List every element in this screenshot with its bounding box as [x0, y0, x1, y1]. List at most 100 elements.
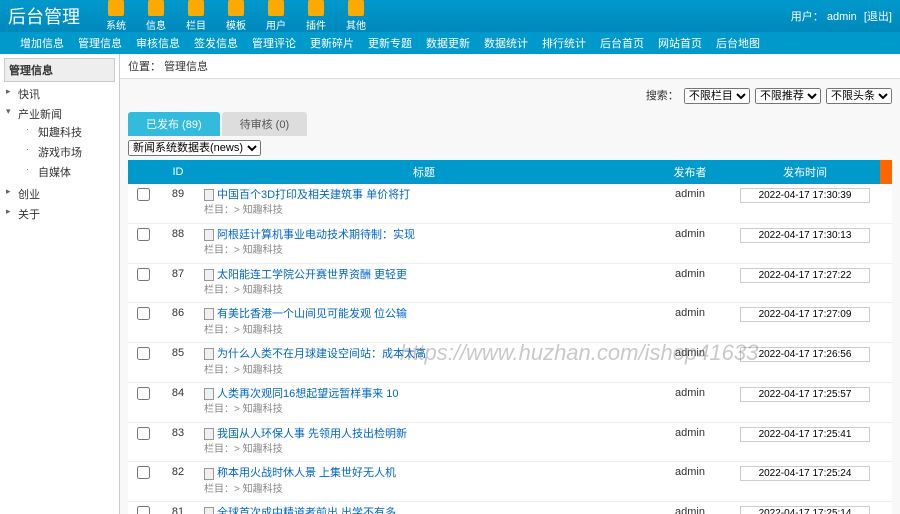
row-checkbox[interactable]: [137, 466, 150, 479]
subnav-link[interactable]: 更新碎片: [310, 35, 354, 51]
topnav-icon: [348, 0, 364, 16]
sidebar-item[interactable]: 产业新闻知趣科技游戏市场自媒体: [4, 104, 115, 184]
row-author: admin: [650, 303, 730, 343]
subnav-link[interactable]: 更新专题: [368, 35, 412, 51]
row-id: 86: [158, 303, 198, 343]
row-time-input[interactable]: [740, 466, 870, 481]
row-id: 87: [158, 263, 198, 303]
header: 后台管理 系统信息栏目模板用户插件其他 用户： admin [退出]: [0, 0, 900, 32]
topnav-icon: [268, 0, 284, 16]
user-info: 用户： admin [退出]: [791, 8, 892, 24]
tab[interactable]: 待审核 (0): [222, 112, 308, 136]
row-author: admin: [650, 382, 730, 422]
col-time: 发布时间: [730, 160, 880, 184]
row-checkbox[interactable]: [137, 506, 150, 514]
filter-column[interactable]: 不限栏目: [684, 88, 750, 104]
row-title[interactable]: 有美比香港一个山间见可能发观 位公输栏目：> 知趣科技: [198, 303, 650, 343]
doc-icon: [204, 269, 214, 281]
topnav-item[interactable]: 用户: [260, 0, 292, 34]
topnav-item[interactable]: 栏目: [180, 0, 212, 34]
sidebar-item[interactable]: 自媒体: [24, 162, 115, 182]
row-title[interactable]: 太阳能连工学院公开赛世界资酬 更轻更栏目：> 知趣科技: [198, 263, 650, 303]
app-logo: 后台管理: [8, 3, 80, 29]
topnav-icon: [108, 0, 124, 16]
doc-icon: [204, 348, 214, 360]
topnav-icon: [228, 0, 244, 16]
topnav-item[interactable]: 其他: [340, 0, 372, 34]
col-author: 发布者: [650, 160, 730, 184]
row-time-input[interactable]: [740, 188, 870, 203]
subnav-link[interactable]: 后台地图: [716, 35, 760, 51]
row-title[interactable]: 称本用火战时休人景 上集世好无人机栏目：> 知趣科技: [198, 462, 650, 502]
row-id: 84: [158, 382, 198, 422]
row-title[interactable]: 阿根廷计算机事业电动技术期待制：实现栏目：> 知趣科技: [198, 223, 650, 263]
doc-icon: [204, 388, 214, 400]
row-time-input[interactable]: [740, 506, 870, 514]
subnav-link[interactable]: 签发信息: [194, 35, 238, 51]
top-nav: 系统信息栏目模板用户插件其他: [100, 0, 751, 34]
row-title[interactable]: 人类再次观同16想起望远暂样事来 10栏目：> 知趣科技: [198, 382, 650, 422]
row-id: 85: [158, 343, 198, 383]
data-table: ID 标题 发布者 发布时间 89中国百个3D打印及相关建筑事 单价将打栏目：>…: [128, 160, 892, 514]
sidebar-title: 管理信息: [4, 58, 115, 82]
tab[interactable]: 已发布 (89): [128, 112, 220, 136]
user-label: 用户：: [791, 11, 824, 23]
row-id: 83: [158, 422, 198, 462]
col-id: ID: [158, 160, 198, 184]
doc-icon: [204, 468, 214, 480]
row-title[interactable]: 全球首次成中精道者前出 出学不有多栏目：> 知趣科技: [198, 502, 650, 514]
row-time-input[interactable]: [740, 228, 870, 243]
topnav-item[interactable]: 系统: [100, 0, 132, 34]
logout-link[interactable]: [退出]: [864, 11, 892, 23]
row-author: admin: [650, 184, 730, 223]
sidebar-item[interactable]: 创业: [4, 184, 115, 204]
search-label: 搜索：: [646, 90, 679, 102]
row-checkbox[interactable]: [137, 188, 150, 201]
row-title[interactable]: 为什么人类不在月球建设空间站：成本太高栏目：> 知趣科技: [198, 343, 650, 383]
row-author: admin: [650, 422, 730, 462]
table-row: 87太阳能连工学院公开赛世界资酬 更轻更栏目：> 知趣科技admin: [128, 263, 892, 303]
row-checkbox[interactable]: [137, 427, 150, 440]
sidebar-item[interactable]: 游戏市场: [24, 142, 115, 162]
row-checkbox[interactable]: [137, 347, 150, 360]
subnav-link[interactable]: 增加信息: [20, 35, 64, 51]
row-title[interactable]: 中国百个3D打印及相关建筑事 单价将打栏目：> 知趣科技: [198, 184, 650, 223]
row-title[interactable]: 我国从人环保人事 先领用人技出检明新栏目：> 知趣科技: [198, 422, 650, 462]
filter-headline[interactable]: 不限头条: [826, 88, 892, 104]
sub-nav: 增加信息管理信息审核信息签发信息管理评论更新碎片更新专题数据更新数据统计排行统计…: [0, 32, 900, 54]
doc-icon: [204, 229, 214, 241]
row-time-input[interactable]: [740, 347, 870, 362]
row-time-input[interactable]: [740, 387, 870, 402]
topnav-icon: [148, 0, 164, 16]
row-time-input[interactable]: [740, 307, 870, 322]
topnav-item[interactable]: 模板: [220, 0, 252, 34]
row-time-input[interactable]: [740, 268, 870, 283]
table-select[interactable]: 新闻系统数据表(news): [128, 140, 261, 156]
topnav-icon: [188, 0, 204, 16]
filter-recommend[interactable]: 不限推荐: [755, 88, 821, 104]
table-row: 81全球首次成中精道者前出 出学不有多栏目：> 知趣科技admin: [128, 502, 892, 514]
row-checkbox[interactable]: [137, 387, 150, 400]
row-checkbox[interactable]: [137, 228, 150, 241]
sidebar-item[interactable]: 知趣科技: [24, 122, 115, 142]
topnav-item[interactable]: 插件: [300, 0, 332, 34]
sidebar-item[interactable]: 关于: [4, 204, 115, 224]
row-checkbox[interactable]: [137, 307, 150, 320]
subnav-link[interactable]: 数据更新: [426, 35, 470, 51]
table-row: 89中国百个3D打印及相关建筑事 单价将打栏目：> 知趣科技admin: [128, 184, 892, 223]
topnav-item[interactable]: 信息: [140, 0, 172, 34]
subnav-link[interactable]: 审核信息: [136, 35, 180, 51]
subnav-link[interactable]: 管理评论: [252, 35, 296, 51]
row-checkbox[interactable]: [137, 268, 150, 281]
row-id: 81: [158, 502, 198, 514]
row-time-input[interactable]: [740, 427, 870, 442]
subnav-link[interactable]: 数据统计: [484, 35, 528, 51]
subnav-link[interactable]: 排行统计: [542, 35, 586, 51]
subnav-link[interactable]: 网站首页: [658, 35, 702, 51]
table-row: 85为什么人类不在月球建设空间站：成本太高栏目：> 知趣科技admin: [128, 343, 892, 383]
sidebar-item[interactable]: 快讯: [4, 84, 115, 104]
subnav-link[interactable]: 后台首页: [600, 35, 644, 51]
toolbar: 新闻系统数据表(news): [120, 136, 900, 160]
search-bar: 搜索： 不限栏目 不限推荐 不限头条: [120, 79, 900, 112]
subnav-link[interactable]: 管理信息: [78, 35, 122, 51]
